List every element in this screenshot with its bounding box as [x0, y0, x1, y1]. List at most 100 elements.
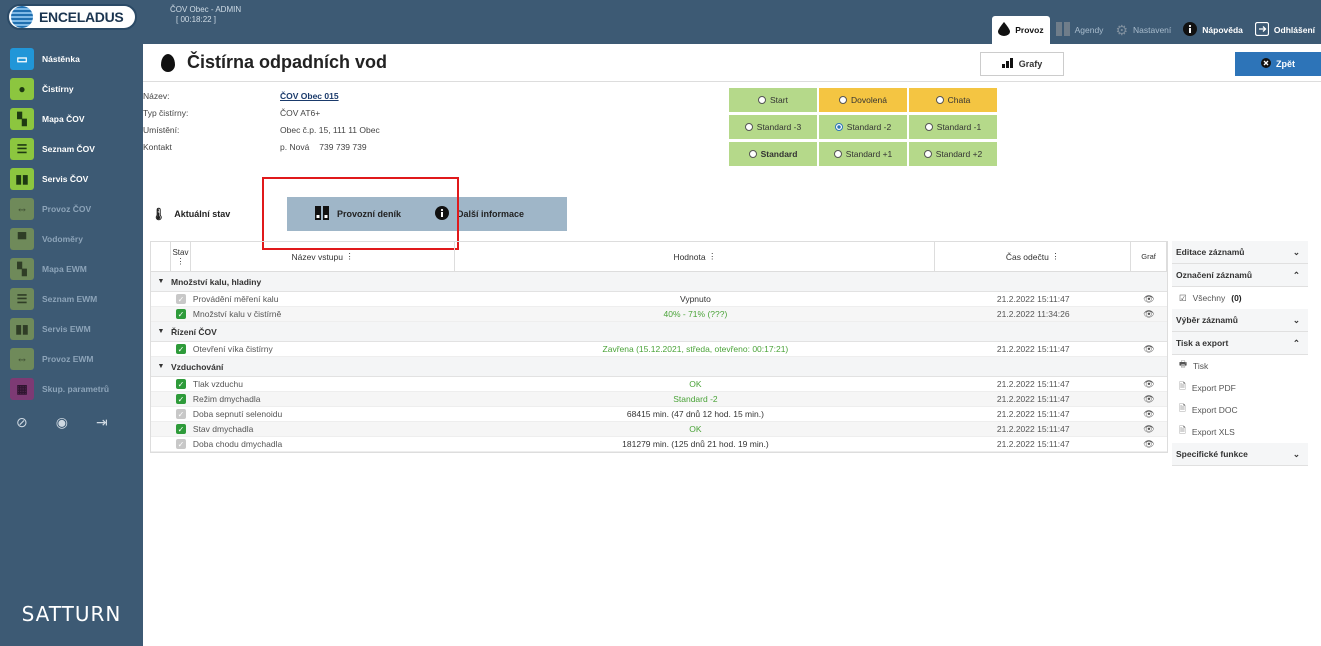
section-editace[interactable]: Editace záznamů ⌄	[1172, 241, 1308, 264]
group-row[interactable]: ▼ Řízení ČOV	[151, 322, 1167, 342]
sidebar-item-label: Mapa ČOV	[42, 114, 85, 124]
table-row[interactable]: ✓ Otevření víka čistírny Zavřena (15.12.20…	[151, 342, 1167, 357]
table-row[interactable]: ✓ Režim dmychadla Standard -2 21.2.2022 15:…	[151, 392, 1167, 407]
back-button[interactable]: Zpět	[1235, 52, 1321, 76]
sidebar-item-mapa-ewm[interactable]: ▚ Mapa EWM	[0, 254, 143, 284]
eye-icon[interactable]: 👁	[1143, 309, 1154, 320]
select-all-item[interactable]: ☑ Všechny (0)	[1172, 287, 1308, 309]
group-row[interactable]: ▼ Množství kalu, hladiny	[151, 272, 1167, 292]
mode-chata[interactable]: Chata	[909, 88, 997, 112]
input-name: Doba chodu dmychadla	[192, 439, 283, 449]
nav-odhlaseni[interactable]: Odhlášení	[1249, 16, 1321, 44]
header-label: Čas odečtu	[1005, 251, 1049, 262]
info-name-row: Název: ČOV Obec 015	[143, 88, 380, 105]
checkbox-icon: ☑	[1179, 292, 1187, 303]
eye-icon[interactable]: 👁	[1143, 344, 1154, 355]
header-stav[interactable]: Stav ⋮	[171, 242, 191, 271]
row-spacer	[151, 407, 171, 421]
meter-icon: ▀	[10, 228, 34, 250]
mode-standard-plus1[interactable]: Standard +1	[819, 142, 907, 166]
user-icon[interactable]: ◉	[56, 414, 68, 431]
input-name: Doba sepnutí selenoidu	[192, 409, 283, 419]
nav-provoz[interactable]: Provoz	[992, 16, 1050, 44]
wwtp-name-link[interactable]: ČOV Obec 015	[280, 88, 339, 105]
table-row[interactable]: ✓ Doba sepnutí selenoidu 68415 min. (47 dn…	[151, 407, 1167, 422]
sidebar-item-vodomery[interactable]: ▀ Vodoměry	[0, 224, 143, 254]
main-content: Čistírna odpadních vod Grafy Zpět Název:…	[143, 44, 1321, 646]
compass-icon[interactable]: ⊘	[16, 414, 28, 431]
eye-icon[interactable]: 👁	[1143, 379, 1154, 390]
eye-icon[interactable]: 👁	[1143, 424, 1154, 435]
mode-standard-plus2[interactable]: Standard +2	[909, 142, 997, 166]
sidebar-item-mapa-cov[interactable]: ▚ Mapa ČOV	[0, 104, 143, 134]
print-item[interactable]: 🖶 Tisk	[1172, 355, 1308, 377]
radio-icon	[758, 96, 767, 104]
row-spacer	[151, 377, 171, 391]
value-cell: OK	[455, 422, 935, 436]
sidebar-item-servis-cov[interactable]: ▮▮ Servis ČOV	[0, 164, 143, 194]
status-cell: ✓	[171, 307, 191, 321]
sidebar-item-nastenka[interactable]: ▭ Nástěnka	[0, 44, 143, 74]
time-cell: 21.2.2022 15:11:47	[935, 342, 1131, 356]
sidebar-item-label: Servis EWM	[42, 324, 91, 334]
eye-icon[interactable]: 👁	[1143, 439, 1154, 450]
sidebar-item-provoz-cov[interactable]: ⇔ Provoz ČOV	[0, 194, 143, 224]
header-value[interactable]: Hodnota ⋮	[455, 242, 936, 271]
eye-icon[interactable]: 👁	[1143, 409, 1154, 420]
sidebar-item-seznam-ewm[interactable]: ☰ Seznam EWM	[0, 284, 143, 314]
enceladus-logo[interactable]: ENCELADUS	[7, 4, 137, 30]
nav-napoveda[interactable]: Nápověda	[1177, 16, 1249, 44]
binders-icon: ▮▮	[10, 168, 34, 190]
mode-label: Start	[770, 95, 788, 105]
mode-standard-minus2[interactable]: Standard -2	[819, 115, 907, 139]
nav-nastaveni[interactable]: ⚙ Nastavení	[1109, 16, 1177, 44]
sidebar-item-cistirny[interactable]: ● Čistírny	[0, 74, 143, 104]
name-cell: Tlak vzduchu	[191, 377, 455, 391]
grafy-button[interactable]: Grafy	[980, 52, 1064, 76]
sidebar-item-skup-parametru[interactable]: ▦ Skup. parametrů	[0, 374, 143, 404]
section-vyber[interactable]: Výběr záznamů ⌄	[1172, 309, 1308, 332]
radio-selected-icon	[834, 123, 843, 131]
section-tisk-export[interactable]: Tisk a export ⌃	[1172, 332, 1308, 355]
table-row[interactable]: ✓ Stav dmychadla OK 21.2.2022 15:11:47 👁	[151, 422, 1167, 437]
mode-standard[interactable]: Standard	[729, 142, 817, 166]
eye-icon[interactable]: 👁	[1143, 394, 1154, 405]
group-row[interactable]: ▼ Vzduchování	[151, 357, 1167, 377]
header-time[interactable]: Čas odečtu ⋮	[935, 242, 1132, 271]
mode-standard-minus1[interactable]: Standard -1	[909, 115, 997, 139]
input-value: OK	[689, 379, 702, 389]
export-pdf-item[interactable]: 🗎 Export PDF	[1172, 377, 1308, 399]
table-header: Stav ⋮ Název vstupu ⋮ Hodnota ⋮ Čas odečt…	[151, 242, 1168, 272]
section-oznaceni[interactable]: Označení záznamů ⌃	[1172, 264, 1308, 287]
table-row[interactable]: ✓ Tlak vzduchu OK 21.2.2022 15:11:47 👁	[151, 377, 1167, 392]
status-cell: ✓	[171, 342, 191, 356]
logout-icon[interactable]: ⇥	[96, 414, 108, 431]
mode-start[interactable]: Start	[729, 88, 817, 112]
sidebar-item-servis-ewm[interactable]: ▮▮ Servis EWM	[0, 314, 143, 344]
mode-label: Dovolená	[851, 95, 887, 105]
input-value: Zavřena (15.12.2021, středa, otevřeno: 0…	[602, 344, 789, 354]
sidebar-item-label: Seznam ČOV	[42, 144, 95, 154]
sidebar-item-seznam-cov[interactable]: ☰ Seznam ČOV	[0, 134, 143, 164]
export-xls-item[interactable]: 🗎 Export XLS	[1172, 421, 1308, 443]
nav-agendy[interactable]: Agendy	[1050, 16, 1110, 44]
nav-agendy-label: Agendy	[1074, 25, 1104, 35]
mode-dovolena[interactable]: Dovolená	[819, 88, 907, 112]
export-doc-item[interactable]: 🗎 Export DOC	[1172, 399, 1308, 421]
gear-icon: ⚙	[1115, 21, 1128, 38]
table-row[interactable]: ✓ Provádění měření kalu Vypnuto 21.2.2022 1…	[151, 292, 1167, 307]
title-bar: Čistírna odpadních vod	[143, 44, 1321, 82]
kebab-icon: ⋮	[1051, 251, 1060, 261]
mode-standard-minus3[interactable]: Standard -3	[729, 115, 817, 139]
logo-globe-icon	[11, 6, 33, 28]
chevron-up-icon: ⌃	[1292, 269, 1300, 280]
table-row[interactable]: ✓ Doba chodu dmychadla 181279 min. (125 dn…	[151, 437, 1167, 452]
table-row[interactable]: ✓ Množství kalu v čistírně 40% - 71% (???)…	[151, 307, 1167, 322]
section-specificke[interactable]: Specifické funkce ⌄	[1172, 443, 1308, 466]
eye-icon[interactable]: 👁	[1143, 294, 1154, 305]
header-name[interactable]: Název vstupu ⋮	[191, 242, 456, 271]
sidebar-item-provoz-ewm[interactable]: ⇔ Provoz EWM	[0, 344, 143, 374]
read-time: 21.2.2022 15:11:47	[996, 409, 1070, 419]
input-name: Množství kalu v čistírně	[192, 309, 282, 319]
check-active-icon: ✓	[175, 379, 186, 389]
